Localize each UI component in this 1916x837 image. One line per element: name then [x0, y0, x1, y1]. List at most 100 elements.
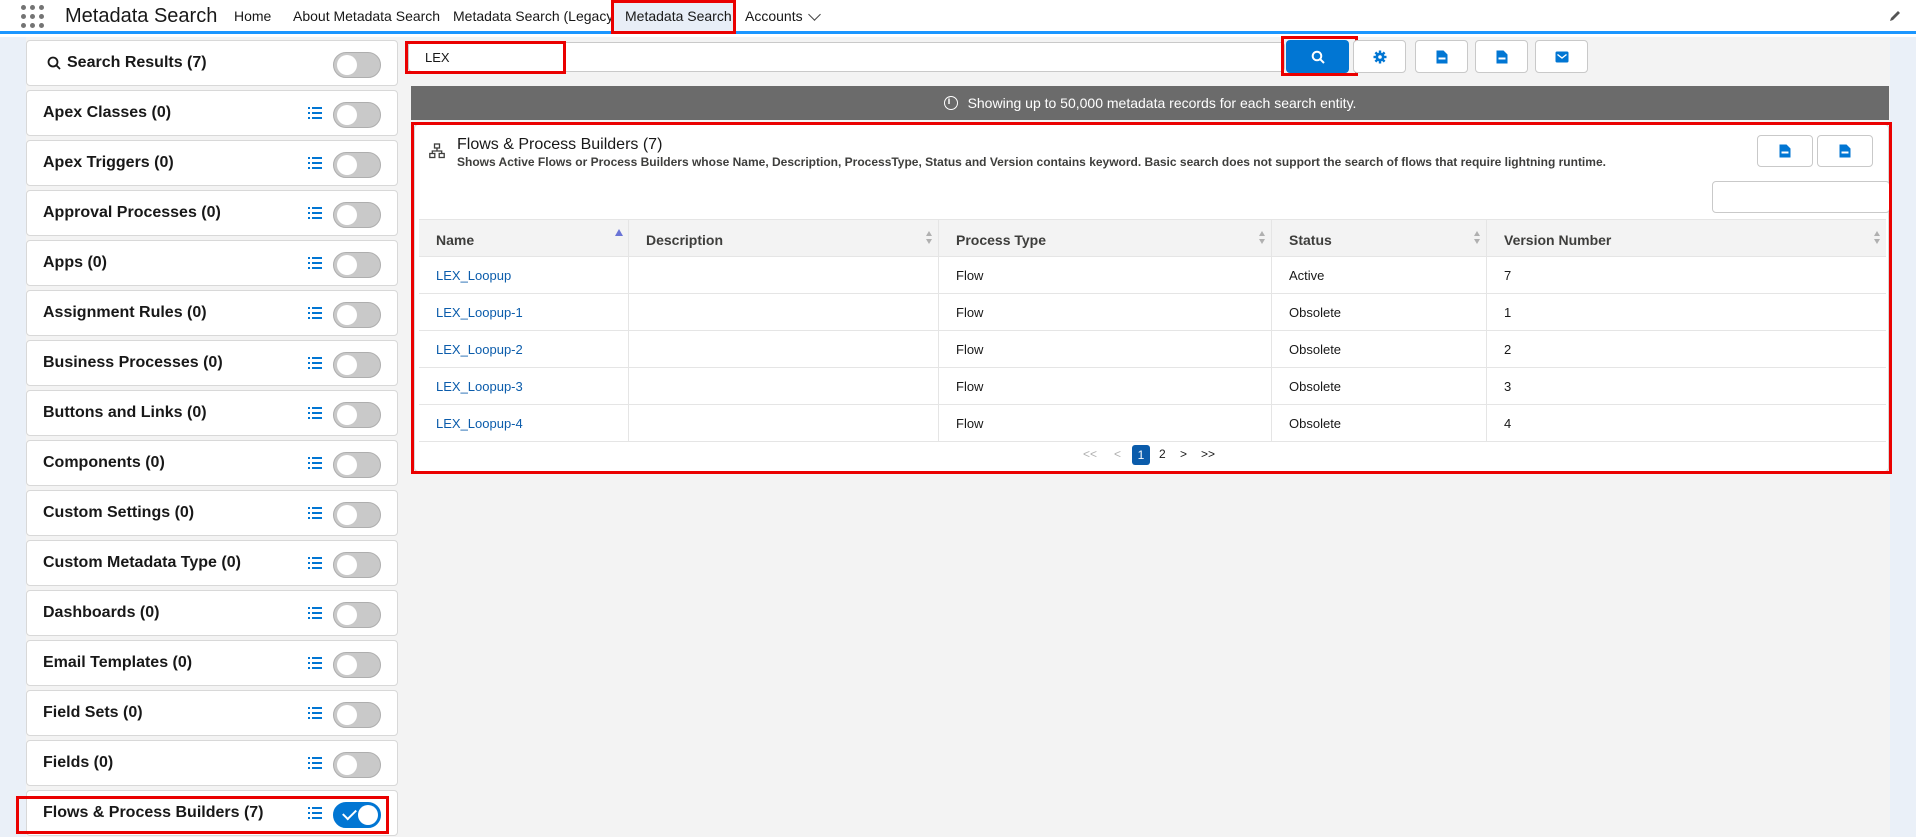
flow-name-link[interactable]: LEX_Loopup [419, 257, 629, 293]
flow-version: 3 [1504, 379, 1512, 394]
nav-tab-metadata-search[interactable]: Metadata Search [625, 8, 732, 24]
list-icon[interactable] [308, 657, 322, 669]
app-name: Metadata Search [65, 5, 218, 27]
column-header-version-number[interactable]: Version Number [1487, 220, 1886, 258]
search-button[interactable] [1286, 40, 1349, 73]
toggle-switch[interactable] [333, 152, 381, 178]
list-icon[interactable] [308, 307, 322, 319]
toggle-switch[interactable] [333, 752, 381, 778]
flow-version: 2 [1504, 342, 1512, 357]
sidebar-item-custom-metadata-type[interactable]: Custom Metadata Type (0) [26, 540, 398, 586]
table-row: LEX_Loopup-3 Flow Obsolete 3 [419, 368, 1886, 405]
sidebar-item-dashboards[interactable]: Dashboards (0) [26, 590, 398, 636]
sidebar-item-business-processes[interactable]: Business Processes (0) [26, 340, 398, 386]
flow-name-link[interactable]: LEX_Loopup-1 [419, 294, 629, 330]
pager-last-button[interactable]: >> [1201, 447, 1215, 461]
sidebar-item-approval-processes[interactable]: Approval Processes (0) [26, 190, 398, 236]
sort-ascending-icon [615, 229, 623, 236]
sidebar-item-label: Dashboards (0) [43, 604, 160, 621]
card-export-pdf-button[interactable] [1757, 135, 1813, 167]
nav-tab-about[interactable]: About Metadata Search [293, 8, 440, 24]
toggle-switch[interactable] [333, 402, 381, 428]
flow-name-link[interactable]: LEX_Loopup-2 [419, 331, 629, 367]
export-pdf-button[interactable] [1415, 40, 1468, 73]
pencil-icon[interactable] [1888, 9, 1902, 23]
column-header-name[interactable]: Name [419, 220, 629, 258]
pager-page-2[interactable]: 2 [1159, 447, 1166, 461]
toggle-switch[interactable] [333, 702, 381, 728]
sidebar-item-buttons-links[interactable]: Buttons and Links (0) [26, 390, 398, 436]
list-icon[interactable] [308, 157, 322, 169]
pager-page-1[interactable]: 1 [1132, 445, 1150, 465]
sidebar: Search Results (7) Apex Classes (0) Apex… [26, 40, 398, 837]
search-input[interactable] [408, 42, 1285, 72]
pager-first-button[interactable]: << [1083, 447, 1097, 461]
pager-next-button[interactable]: > [1180, 447, 1187, 461]
toggle-switch[interactable] [333, 252, 381, 278]
nav-tab-legacy[interactable]: Metadata Search (Legacy) [453, 8, 618, 24]
sidebar-item-label: Approval Processes (0) [43, 204, 221, 221]
card-export-csv-button[interactable] [1817, 135, 1873, 167]
email-button[interactable] [1535, 40, 1588, 73]
list-icon[interactable] [308, 607, 322, 619]
sidebar-item-label: Components (0) [43, 454, 165, 471]
sidebar-item-custom-settings[interactable]: Custom Settings (0) [26, 490, 398, 536]
list-icon[interactable] [308, 507, 322, 519]
export-csv-button[interactable] [1475, 40, 1528, 73]
toggle-switch[interactable] [333, 502, 381, 528]
settings-button[interactable] [1353, 40, 1406, 73]
list-icon[interactable] [308, 807, 322, 819]
sidebar-item-components[interactable]: Components (0) [26, 440, 398, 486]
chevron-down-icon[interactable] [808, 8, 821, 21]
flow-version: 1 [1504, 305, 1512, 320]
toggle-switch[interactable] [333, 302, 381, 328]
list-icon[interactable] [308, 457, 322, 469]
table-header: Name Description Process Type Status Ver… [419, 219, 1886, 258]
pdf-file-icon [1779, 144, 1791, 158]
list-icon[interactable] [308, 757, 322, 769]
toggle-switch[interactable] [333, 202, 381, 228]
app-launcher-icon[interactable] [20, 4, 44, 28]
sidebar-item-email-templates[interactable]: Email Templates (0) [26, 640, 398, 686]
global-nav: Metadata Search Home About Metadata Sear… [0, 0, 1916, 34]
toggle-switch[interactable] [333, 352, 381, 378]
sidebar-item-apex-triggers[interactable]: Apex Triggers (0) [26, 140, 398, 186]
toggle-switch-on[interactable] [333, 802, 381, 828]
list-icon[interactable] [308, 407, 322, 419]
search-icon [47, 56, 61, 70]
list-icon[interactable] [308, 557, 322, 569]
list-icon[interactable] [308, 357, 322, 369]
toggle-switch[interactable] [333, 652, 381, 678]
flow-description [629, 257, 939, 293]
info-icon [943, 96, 958, 110]
list-icon[interactable] [308, 107, 322, 119]
column-header-status[interactable]: Status [1272, 220, 1487, 258]
column-header-process-type[interactable]: Process Type [939, 220, 1272, 258]
toggle-switch[interactable] [333, 102, 381, 128]
email-icon [1555, 51, 1568, 62]
list-icon[interactable] [308, 207, 322, 219]
sidebar-item-assignment-rules[interactable]: Assignment Rules (0) [26, 290, 398, 336]
table-filter-input[interactable] [1712, 181, 1890, 213]
toggle-switch[interactable] [333, 452, 381, 478]
toggle-switch[interactable] [333, 52, 381, 78]
list-icon[interactable] [308, 257, 322, 269]
sidebar-item-apps[interactable]: Apps (0) [26, 240, 398, 286]
toggle-switch[interactable] [333, 552, 381, 578]
toggle-switch[interactable] [333, 602, 381, 628]
pager-prev-button[interactable]: < [1114, 447, 1121, 461]
column-header-description[interactable]: Description [629, 220, 939, 258]
flow-name-link[interactable]: LEX_Loopup-4 [419, 405, 629, 441]
list-icon[interactable] [308, 707, 322, 719]
flow-status: Obsolete [1272, 294, 1487, 330]
sidebar-item-search-results[interactable]: Search Results (7) [26, 40, 398, 86]
sidebar-item-apex-classes[interactable]: Apex Classes (0) [26, 90, 398, 136]
sidebar-item-fields[interactable]: Fields (0) [26, 740, 398, 786]
flow-status: Obsolete [1272, 368, 1487, 404]
search-icon [1311, 50, 1325, 64]
sidebar-item-field-sets[interactable]: Field Sets (0) [26, 690, 398, 736]
flow-name-link[interactable]: LEX_Loopup-3 [419, 368, 629, 404]
sidebar-item-flows-process-builders[interactable]: Flows & Process Builders (7) [26, 790, 398, 836]
nav-tab-accounts[interactable]: Accounts [745, 8, 803, 24]
nav-tab-home[interactable]: Home [234, 8, 271, 24]
